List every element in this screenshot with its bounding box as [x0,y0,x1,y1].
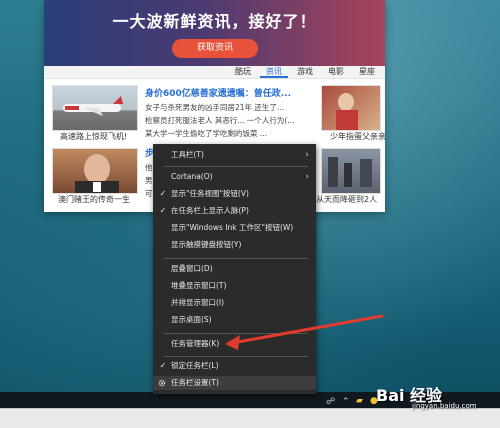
annotation-arrow [225,314,384,350]
watermark-url: jingyan.baidu.com [412,402,477,410]
